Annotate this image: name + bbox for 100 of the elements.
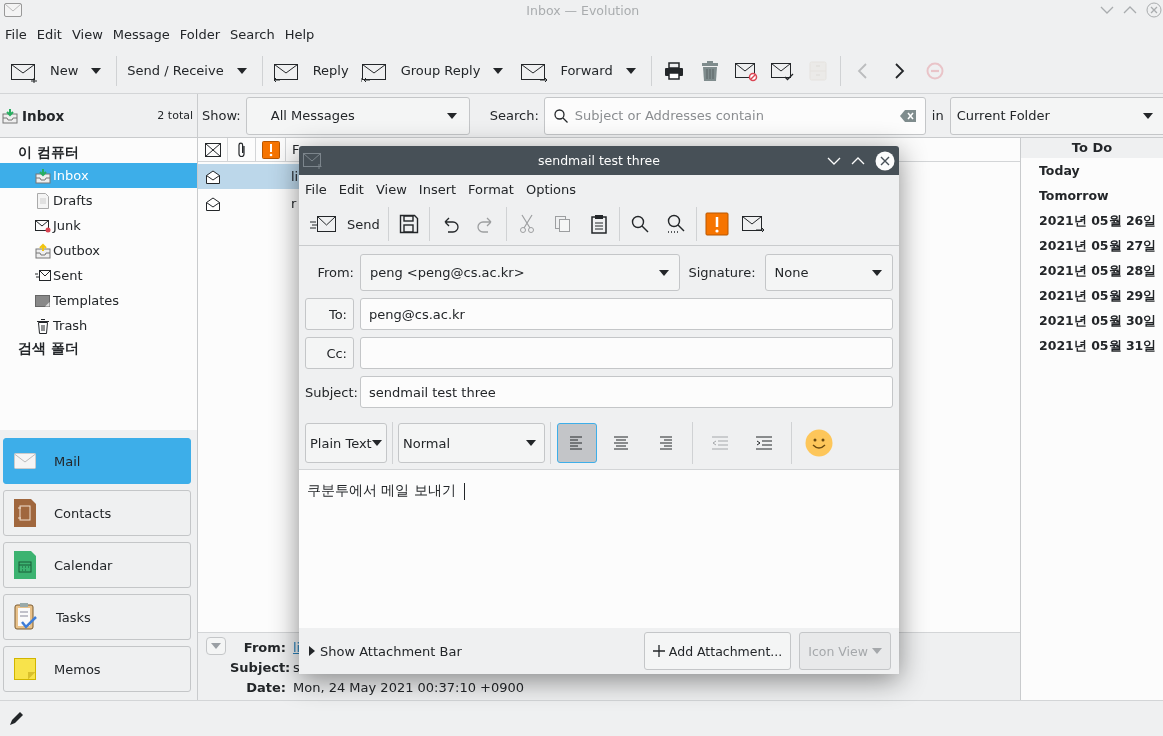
envelope-icon xyxy=(14,453,36,469)
toolbar-button[interactable]: Group Reply xyxy=(354,53,487,88)
todo-item[interactable]: 2021년 05월 27일 xyxy=(1021,233,1163,258)
clipboard-icon xyxy=(588,214,609,234)
mailbox-item[interactable]: Trash xyxy=(0,313,197,338)
cc-field[interactable] xyxy=(360,337,893,369)
menu-item[interactable]: Edit xyxy=(332,181,370,197)
message-body-editor[interactable]: 쿠분투에서 메일 보내기 xyxy=(299,470,899,628)
search-field[interactable]: Subject or Addresses contain xyxy=(543,96,926,135)
menu-item[interactable]: File xyxy=(0,26,32,42)
show-dropdown[interactable]: All Messages xyxy=(245,96,470,135)
toolbar-button[interactable]: Reply xyxy=(266,53,355,88)
close-icon xyxy=(1145,2,1162,18)
inbox-tray-icon xyxy=(35,167,51,184)
save-icon xyxy=(398,214,419,234)
menu-item[interactable]: View xyxy=(369,181,413,197)
body-text: 쿠분투에서 메일 보내기 xyxy=(307,482,456,498)
mailbox-item[interactable]: Drafts xyxy=(0,188,197,213)
subject-field[interactable]: sendmail test three xyxy=(360,376,893,408)
switcher-button[interactable]: Calendar xyxy=(3,542,191,588)
envelope-blocked-icon xyxy=(35,217,51,234)
message-row[interactable]: r xyxy=(198,191,299,216)
mailbox-item[interactable]: Junk xyxy=(0,213,197,238)
message-cell: li xyxy=(291,169,299,184)
to-button[interactable]: To: xyxy=(305,298,354,330)
outbox-tray-icon xyxy=(35,242,51,259)
open-envelope-icon xyxy=(205,169,221,184)
dropdown-caret-icon xyxy=(872,269,882,276)
mailbox-item[interactable]: Outbox xyxy=(0,238,197,263)
menu-item[interactable]: Message xyxy=(107,26,175,42)
to-field[interactable]: peng@cs.ac.kr xyxy=(360,298,893,330)
column-header[interactable]: F xyxy=(292,142,300,157)
dropdown-caret-icon xyxy=(526,440,536,446)
todo-title: To Do xyxy=(1021,138,1163,158)
toolbar-button[interactable]: New xyxy=(4,53,85,88)
envelope-icon xyxy=(4,3,22,17)
sent-envelope-icon xyxy=(35,267,51,284)
address-book-icon xyxy=(14,499,36,527)
paperclip-icon xyxy=(236,141,247,158)
todo-item[interactable]: 2021년 05월 26일 xyxy=(1021,208,1163,233)
switcher-button[interactable]: Memos xyxy=(3,646,191,692)
switcher-button[interactable]: Tasks xyxy=(3,594,191,640)
send-envelope-icon xyxy=(309,214,337,234)
switcher-button[interactable]: Mail xyxy=(3,438,191,484)
expander-icon xyxy=(309,646,315,656)
mode-dropdown[interactable]: Plain Text xyxy=(305,423,387,463)
todo-item[interactable]: 2021년 05월 29일 xyxy=(1021,283,1163,308)
copy-icon xyxy=(552,214,573,234)
caret-icon xyxy=(493,67,504,74)
menu-item[interactable]: Search xyxy=(225,26,280,42)
cc-button[interactable]: Cc: xyxy=(305,337,354,369)
menu-item[interactable]: Insert xyxy=(412,181,463,197)
envelope-forward-icon xyxy=(740,214,765,234)
plus-icon xyxy=(652,645,665,657)
sender-link[interactable]: li xyxy=(293,639,301,655)
signature-dropdown[interactable]: None xyxy=(764,254,893,291)
dropdown-caret-icon xyxy=(372,440,382,446)
folder-group-label[interactable]: 검색 폴더 xyxy=(0,338,197,359)
menu-item[interactable]: Help xyxy=(279,26,320,42)
window-title: Inbox — Evolution xyxy=(526,2,640,18)
close-icon xyxy=(875,150,895,171)
menu-item[interactable]: Options xyxy=(519,181,583,197)
message-count: 2 total xyxy=(157,109,193,122)
switcher-button[interactable]: Contacts xyxy=(3,490,191,536)
send-button[interactable]: Send xyxy=(303,207,386,241)
todo-item[interactable]: 2021년 05월 28일 xyxy=(1021,258,1163,283)
indent-icon xyxy=(755,435,773,451)
todo-item[interactable]: 2021년 05월 31일 xyxy=(1021,333,1163,358)
header-label: From: xyxy=(242,639,286,655)
menu-item[interactable]: Folder xyxy=(174,26,225,42)
todo-item[interactable]: 2021년 05월 30일 xyxy=(1021,308,1163,333)
dropdown-caret-icon xyxy=(1142,112,1153,119)
todo-item[interactable]: Today xyxy=(1021,158,1163,183)
search-dots-icon xyxy=(665,214,686,234)
clear-icon xyxy=(899,109,916,122)
message-row[interactable]: li xyxy=(198,164,299,189)
toolbar-button[interactable]: Send / Receive xyxy=(121,53,230,88)
mailbox-item[interactable]: Templates xyxy=(0,288,197,313)
paragraph-dropdown[interactable]: Normal xyxy=(398,423,545,463)
scope-dropdown[interactable]: Current Folder xyxy=(949,96,1163,135)
from-label: From: xyxy=(316,265,354,280)
todo-item[interactable]: Tomorrow xyxy=(1021,183,1163,208)
align-left-icon xyxy=(569,435,585,451)
calendar-icon xyxy=(14,551,36,579)
toolbar-button[interactable]: Forward xyxy=(514,53,619,88)
menu-item[interactable]: File xyxy=(299,181,333,197)
align-center-icon xyxy=(613,435,629,451)
mailbox-item[interactable]: Sent xyxy=(0,263,197,288)
menu-item[interactable]: Format xyxy=(462,181,520,197)
add-attachment-button[interactable]: Add Attachment... xyxy=(643,632,792,670)
document-icon xyxy=(35,192,51,209)
folder-group-label[interactable]: 이 컴퓨터 xyxy=(0,142,197,163)
close-button[interactable] xyxy=(875,150,895,171)
chevron-down-icon xyxy=(1099,5,1114,15)
from-dropdown[interactable]: peng <peng@cs.ac.kr> xyxy=(360,254,681,291)
align-button[interactable] xyxy=(557,423,597,463)
menu-item[interactable]: View xyxy=(66,26,108,42)
menu-item[interactable]: Edit xyxy=(31,26,67,42)
attachment-bar-toggle[interactable]: Show Attachment Bar xyxy=(309,643,462,659)
trash-icon xyxy=(35,317,51,334)
